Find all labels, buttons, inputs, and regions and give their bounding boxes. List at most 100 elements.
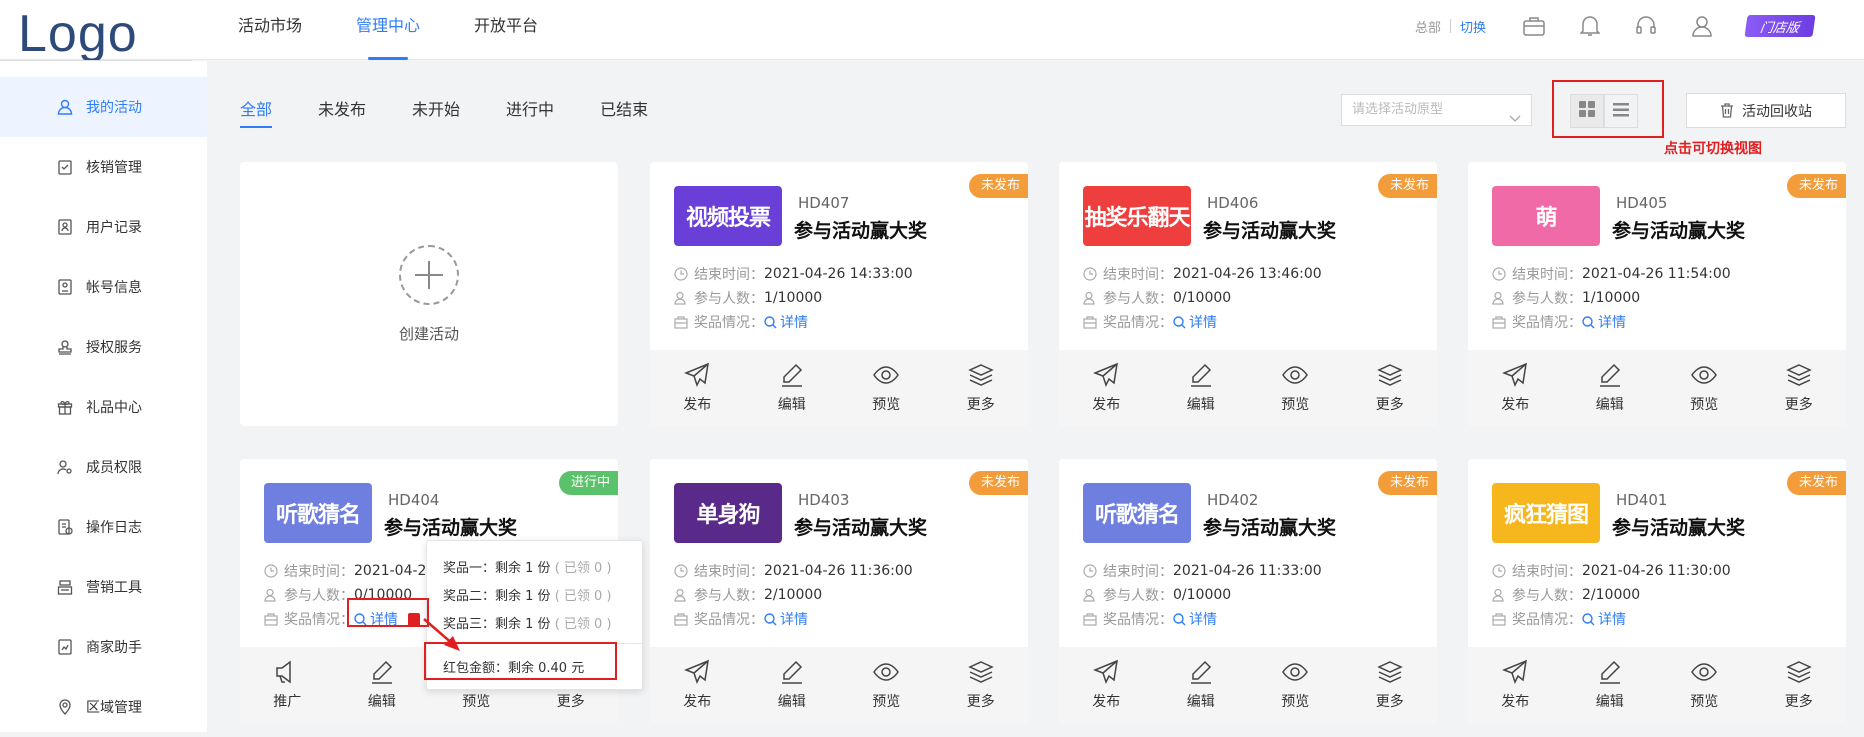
edit-button[interactable]: 编辑	[1563, 647, 1658, 723]
edit-button[interactable]: 编辑	[1154, 350, 1249, 426]
sidebar-item-verification[interactable]: 核销管理	[0, 137, 207, 197]
sidebar-item-operation-log[interactable]: 操作日志	[0, 497, 207, 557]
preview-button[interactable]: 预览	[1248, 350, 1343, 426]
prize-detail-link[interactable]: 详情	[764, 312, 808, 332]
edit-icon	[779, 362, 805, 388]
publish-button[interactable]: 发布	[1059, 647, 1154, 723]
user-profile-icon[interactable]	[1690, 14, 1714, 38]
detail-label: 详情	[780, 612, 808, 628]
end-time-row: 结束时间： 2021-04-26 14:33:00	[674, 264, 913, 284]
recycle-bin-button[interactable]: 活动回收站	[1686, 93, 1846, 128]
list-view-button[interactable]	[1604, 94, 1638, 128]
activity-card[interactable]: 萌 HD405 参与活动赢大奖 未发布 结束时间： 2021-04-26 11:54:00…	[1468, 162, 1846, 426]
eye-icon	[1282, 659, 1309, 685]
prize-detail-link[interactable]: 详情	[1582, 312, 1626, 332]
activity-code: HD403	[798, 491, 850, 509]
log-icon	[56, 518, 74, 536]
promote-button[interactable]: 推广	[240, 647, 335, 723]
activity-title: 参与活动赢大奖	[1203, 220, 1337, 242]
more-button[interactable]: 更多	[1343, 647, 1438, 723]
sidebar-item-merchant-assistant[interactable]: 商家助手	[0, 617, 207, 677]
prize-label: 奖品情况：	[1103, 612, 1173, 628]
sidebar-item-region-management[interactable]: 区域管理	[0, 677, 207, 737]
grid-view-button[interactable]	[1570, 94, 1604, 128]
tab-in-progress[interactable]: 进行中	[506, 96, 554, 128]
switch-link[interactable]: 切换	[1460, 17, 1486, 36]
headset-icon[interactable]	[1634, 14, 1658, 38]
nav-activity-market[interactable]: 活动市场	[238, 0, 302, 60]
edit-button[interactable]: 编辑	[335, 647, 430, 723]
sidebar-item-gift-center[interactable]: 礼品中心	[0, 377, 207, 437]
clock-icon	[1492, 564, 1506, 578]
trash-icon	[1720, 103, 1734, 118]
sidebar-item-user-records[interactable]: 用户记录	[0, 197, 207, 257]
prize-row-claimed: ( 已领 0 )	[554, 617, 612, 632]
participants-row: 参与人数： 2/10000	[1492, 585, 1640, 605]
sidebar-item-my-activities[interactable]: 我的活动	[0, 77, 207, 137]
create-activity-card[interactable]: 创建活动	[240, 162, 618, 426]
participants-row: 参与人数： 2/10000	[674, 585, 822, 605]
activity-card[interactable]: 视频投票 HD407 参与活动赢大奖 未发布 结束时间： 2021-04-26 14:33…	[650, 162, 1028, 426]
tab-all[interactable]: 全部	[240, 96, 273, 128]
nav-management-center[interactable]: 管理中心	[356, 0, 420, 60]
preview-button[interactable]: 预览	[839, 647, 934, 723]
nav-open-platform[interactable]: 开放平台	[474, 0, 538, 60]
store-version-badge[interactable]: 门店版	[1744, 15, 1816, 37]
participants-row: 参与人数： 0/10000	[1083, 585, 1231, 605]
more-button[interactable]: 更多	[1343, 350, 1438, 426]
action-label: 预览	[1690, 397, 1719, 413]
location-pin-icon	[56, 698, 74, 716]
publish-button[interactable]: 发布	[650, 350, 745, 426]
end-time-value: 2021-04-26 11:30:00	[1582, 563, 1731, 579]
prize-detail-link[interactable]: 详情	[764, 609, 808, 629]
edit-button[interactable]: 编辑	[745, 350, 840, 426]
activity-card[interactable]: 听歌猜名 HD402 参与活动赢大奖 未发布 结束时间： 2021-04-26 11:33…	[1059, 459, 1437, 723]
preview-button[interactable]: 预览	[1657, 647, 1752, 723]
bell-icon[interactable]	[1578, 14, 1602, 38]
end-time-value: 2021-04-2	[354, 563, 427, 579]
edit-button[interactable]: 编辑	[1154, 647, 1249, 723]
sidebar-item-authorization[interactable]: 授权服务	[0, 317, 207, 377]
sidebar-item-account-info[interactable]: 帐号信息	[0, 257, 207, 317]
briefcase-icon[interactable]	[1522, 14, 1546, 38]
activity-thumbnail: 视频投票	[674, 186, 782, 246]
edit-button[interactable]: 编辑	[1563, 350, 1658, 426]
edit-button[interactable]: 编辑	[745, 647, 840, 723]
tab-not-started[interactable]: 未开始	[412, 96, 460, 128]
activity-type-select[interactable]: 请选择活动原型	[1341, 94, 1532, 126]
card-action-bar: 发布 编辑 预览 更多	[650, 647, 1028, 723]
end-time-value: 2021-04-26 13:46:00	[1173, 266, 1322, 282]
action-label: 编辑	[777, 694, 806, 710]
activity-card[interactable]: 疯狂猜图 HD401 参与活动赢大奖 未发布 结束时间： 2021-04-26 11:30…	[1468, 459, 1846, 723]
tab-ended[interactable]: 已结束	[600, 96, 648, 128]
end-time-label: 结束时间：	[694, 267, 764, 283]
more-button[interactable]: 更多	[934, 350, 1029, 426]
publish-button[interactable]: 发布	[1059, 350, 1154, 426]
preview-button[interactable]: 预览	[1657, 350, 1752, 426]
prize-detail-link[interactable]: 详情	[1173, 609, 1217, 629]
participants-row: 参与人数： 1/10000	[674, 288, 822, 308]
participants-label: 参与人数：	[694, 588, 764, 604]
more-button[interactable]: 更多	[934, 647, 1029, 723]
activity-card[interactable]: 单身狗 HD403 参与活动赢大奖 未发布 结束时间： 2021-04-26 11:36:…	[650, 459, 1028, 723]
prize-detail-link[interactable]: 详情	[1173, 312, 1217, 332]
preview-button[interactable]: 预览	[839, 350, 934, 426]
action-label: 预览	[1281, 397, 1310, 413]
activity-thumbnail: 疯狂猜图	[1492, 483, 1600, 543]
more-button[interactable]: 更多	[1752, 350, 1847, 426]
publish-button[interactable]: 发布	[1468, 647, 1563, 723]
prize-detail-link[interactable]: 详情	[1582, 609, 1626, 629]
publish-button[interactable]: 发布	[1468, 350, 1563, 426]
sidebar-item-label: 礼品中心	[86, 400, 142, 416]
preview-button[interactable]: 预览	[1248, 647, 1343, 723]
tab-unpublished[interactable]: 未发布	[318, 96, 366, 128]
sidebar-item-marketing-tools[interactable]: 营销工具	[0, 557, 207, 617]
publish-button[interactable]: 发布	[650, 647, 745, 723]
sidebar-item-member-permissions[interactable]: 成员权限	[0, 437, 207, 497]
more-button[interactable]: 更多	[1752, 647, 1847, 723]
activity-code: HD404	[388, 491, 440, 509]
activity-thumbnail: 抽奖乐翻天	[1083, 186, 1191, 246]
logo[interactable]: Logo	[18, 4, 138, 64]
activity-card[interactable]: 抽奖乐翻天 HD406 参与活动赢大奖 未发布 结束时间： 2021-04-26 13:4…	[1059, 162, 1437, 426]
action-label: 发布	[683, 397, 712, 413]
